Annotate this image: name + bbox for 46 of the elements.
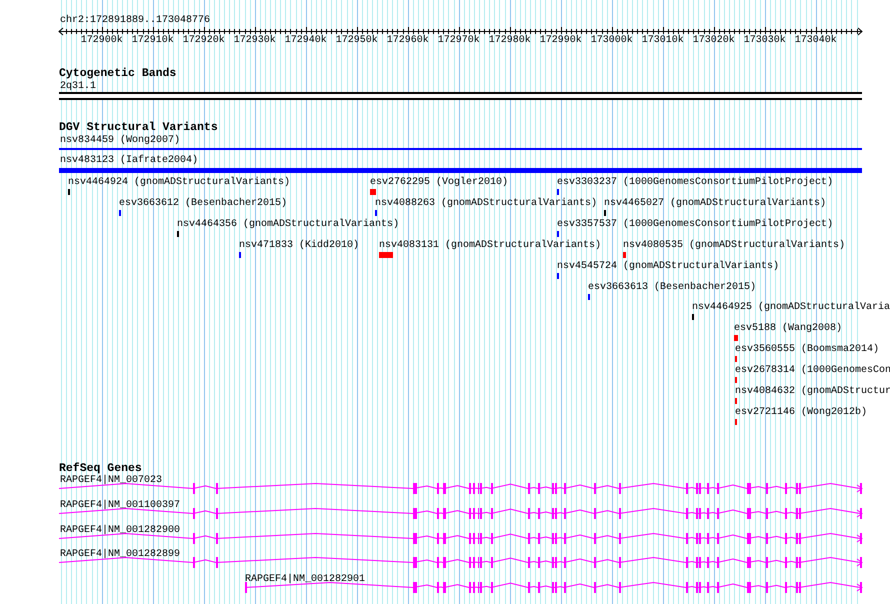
ruler-tick-label: 173020k xyxy=(692,35,735,46)
track-title: DGV Structural Variants xyxy=(59,122,218,134)
ruler-tick-label: 172970k xyxy=(438,35,480,46)
ruler-tick-label: 172950k xyxy=(336,35,378,46)
variant-label: esv2762295 (Vogler2010) xyxy=(370,177,508,188)
gene-label: RAPGEF4|NM_001282901 xyxy=(245,574,366,586)
variant-label: nsv471833 (Kidd2010) xyxy=(239,240,360,251)
track-title: RefSeq Genes xyxy=(59,463,142,475)
ruler-tick-label: 172980k xyxy=(488,35,531,46)
ruler-tick-label: 172990k xyxy=(540,35,582,46)
variant-label: esv3663613 (Besenbacher2015) xyxy=(588,282,756,292)
ruler-tick-label: 172900k xyxy=(80,35,123,46)
variant-label: nsv4464356 (gnomADStructuralVariants) xyxy=(177,218,400,230)
ruler-tick-label: 172930k xyxy=(234,35,276,46)
ruler-tick-label: 173030k xyxy=(744,35,786,46)
gene-label: RAPGEF4|NM_001100397 xyxy=(60,500,180,511)
variant-label: esv3663612 (Besenbacher2015) xyxy=(119,198,288,209)
variant-label: nsv4545724 (gnomADStructuralVariants) xyxy=(557,260,780,272)
variant-label: nsv4464924 (gnomADStructuralVariants) xyxy=(68,177,290,188)
ruler-tick-label: 172960k xyxy=(386,35,429,46)
variant-label: nsv834459 (Wong2007) xyxy=(60,135,180,146)
ruler-tick-label: 172920k xyxy=(182,35,225,46)
variant-label: nsv4084632 (gnomADStructur xyxy=(735,386,890,397)
variant-label: nsv4083131 (gnomADStructuralVariants) xyxy=(379,240,602,251)
variant-label: esv2678314 (1000GenomesCon xyxy=(735,365,890,376)
track-title: Cytogenetic Bands xyxy=(59,68,176,80)
ruler-tick-label: 172940k xyxy=(284,35,327,46)
variant-label: nsv4088263 (gnomADStructuralVariants) xyxy=(375,198,598,209)
gene-label: RAPGEF4|NM_001282900 xyxy=(60,524,180,536)
ruler-tick-label: 173010k xyxy=(642,35,684,46)
variant-label: esv3357537 (1000GenomesConsortiumPilotProject) xyxy=(557,218,834,230)
variant-label: nsv4080535 (gnomADStructuralVariants) xyxy=(623,240,846,251)
variant-label: esv5188 (Wang2008) xyxy=(734,323,842,334)
variant-label: nsv483123 (Iafrate2004) xyxy=(60,155,198,166)
variant-label: esv2721146 (Wong2012b) xyxy=(735,406,868,418)
variant-label: esv3303237 (1000GenomesConsortiumPilotProject) xyxy=(557,177,834,188)
variant-label: nsv4464925 (gnomADStructuralVaria xyxy=(692,302,890,314)
variant-label: esv3560555 (Boomsma2014) xyxy=(735,344,880,356)
band-label: 2q31.1 xyxy=(60,81,96,92)
ruler-tick-label: 173000k xyxy=(590,35,633,46)
variant-label: nsv4465027 (gnomADStructuralVariants) xyxy=(604,198,826,209)
gene-label: RAPGEF4|NM_007023 xyxy=(60,475,162,486)
location-label: chr2:172891889..173048776 xyxy=(60,15,210,26)
gene-label: RAPGEF4|NM_001282899 xyxy=(60,549,180,560)
ruler-tick-label: 172910k xyxy=(132,35,174,46)
ruler-tick-label: 173040k xyxy=(794,35,837,46)
